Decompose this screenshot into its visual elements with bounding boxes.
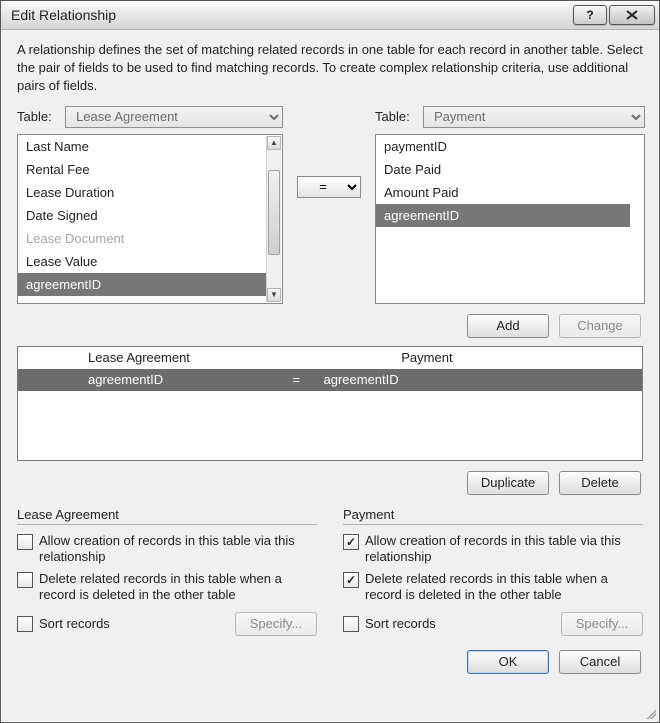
cancel-button[interactable]: Cancel — [559, 650, 641, 674]
list-item[interactable]: Last Name — [18, 135, 268, 158]
right-specify-button[interactable]: Specify... — [561, 612, 643, 636]
right-table-label-row: Table: Payment — [375, 106, 645, 128]
pairs-row[interactable]: agreementID = agreementID — [18, 369, 642, 391]
duplicate-delete-row: Duplicate Delete — [17, 471, 643, 495]
right-sort-label: Sort records — [365, 616, 436, 631]
list-item[interactable]: Amount Paid — [376, 181, 630, 204]
left-rules-group: Lease Agreement Allow creation of record… — [17, 507, 317, 636]
left-delete-checkbox[interactable] — [17, 572, 33, 588]
list-item[interactable]: Date Signed — [18, 204, 268, 227]
rules-row: Lease Agreement Allow creation of record… — [17, 507, 643, 636]
add-change-row: Add Change — [17, 314, 643, 338]
list-item[interactable]: Lease Duration — [18, 181, 268, 204]
scroll-up-icon[interactable]: ▲ — [267, 136, 281, 150]
right-rules-title: Payment — [343, 507, 643, 525]
tables-row: Table: Lease Agreement Last NameRental F… — [17, 106, 643, 304]
left-specify-button[interactable]: Specify... — [235, 612, 317, 636]
right-delete-checkbox[interactable] — [343, 572, 359, 588]
right-sort-checkbox[interactable] — [343, 616, 359, 632]
right-allow-checkbox[interactable] — [343, 534, 359, 550]
pair-left-field: agreementID — [18, 372, 293, 387]
left-allow-checkbox[interactable] — [17, 534, 33, 550]
help-button[interactable]: ? — [573, 5, 607, 25]
left-sort-label: Sort records — [39, 616, 110, 631]
left-scrollbar[interactable]: ▲ ▼ — [266, 136, 281, 302]
add-button[interactable]: Add — [467, 314, 549, 338]
list-item[interactable]: paymentID — [376, 135, 630, 158]
pair-right-field: agreementID — [318, 372, 593, 387]
operator-select[interactable]: = — [297, 176, 361, 198]
left-delete-label: Delete related records in this table whe… — [39, 571, 317, 604]
left-field-list[interactable]: Last NameRental FeeLease DurationDate Si… — [17, 134, 283, 304]
titlebar-buttons: ? — [573, 5, 659, 25]
list-item[interactable]: agreementID — [18, 273, 268, 296]
list-item[interactable]: agreementID — [376, 204, 630, 227]
right-table-label: Table: — [375, 109, 417, 124]
list-item[interactable]: Lease Document — [18, 227, 268, 250]
pairs-empty-area — [18, 391, 642, 460]
list-item[interactable]: Date Paid — [376, 158, 630, 181]
operator-column: = — [297, 106, 361, 198]
relationship-pairs-panel: Lease Agreement Payment agreementID = ag… — [17, 346, 643, 461]
delete-button[interactable]: Delete — [559, 471, 641, 495]
left-table-column: Table: Lease Agreement Last NameRental F… — [17, 106, 283, 304]
left-rules-title: Lease Agreement — [17, 507, 317, 525]
list-item[interactable]: Rental Fee — [18, 158, 268, 181]
list-item[interactable]: Lease Value — [18, 250, 268, 273]
resize-grip-icon[interactable] — [644, 707, 656, 719]
duplicate-button[interactable]: Duplicate — [467, 471, 549, 495]
right-table-select[interactable]: Payment — [423, 106, 645, 128]
close-icon — [626, 10, 638, 20]
right-allow-label: Allow creation of records in this table … — [365, 533, 643, 566]
scroll-down-icon[interactable]: ▼ — [267, 288, 281, 302]
change-button[interactable]: Change — [559, 314, 641, 338]
ok-button[interactable]: OK — [467, 650, 549, 674]
bottom-button-row: OK Cancel — [17, 650, 643, 674]
left-sort-checkbox[interactable] — [17, 616, 33, 632]
dialog-content: A relationship defines the set of matchi… — [1, 29, 659, 722]
pairs-header: Lease Agreement Payment — [18, 347, 642, 369]
right-rules-group: Payment Allow creation of records in thi… — [343, 507, 643, 636]
pair-operator: = — [293, 372, 318, 387]
left-table-label-row: Table: Lease Agreement — [17, 106, 283, 128]
left-table-select[interactable]: Lease Agreement — [65, 106, 283, 128]
scroll-thumb[interactable] — [268, 170, 280, 255]
left-table-label: Table: — [17, 109, 59, 124]
window-title: Edit Relationship — [11, 7, 573, 23]
pairs-header-left: Lease Agreement — [18, 350, 381, 365]
close-button[interactable] — [609, 5, 655, 25]
right-delete-label: Delete related records in this table whe… — [365, 571, 643, 604]
pairs-header-right: Payment — [381, 350, 642, 365]
edit-relationship-dialog: Edit Relationship ? A relationship defin… — [0, 0, 660, 723]
intro-text: A relationship defines the set of matchi… — [17, 41, 643, 96]
left-allow-label: Allow creation of records in this table … — [39, 533, 317, 566]
right-table-column: Table: Payment paymentIDDate PaidAmount … — [375, 106, 645, 304]
right-field-list[interactable]: paymentIDDate PaidAmount PaidagreementID — [375, 134, 645, 304]
titlebar: Edit Relationship ? — [1, 1, 659, 30]
